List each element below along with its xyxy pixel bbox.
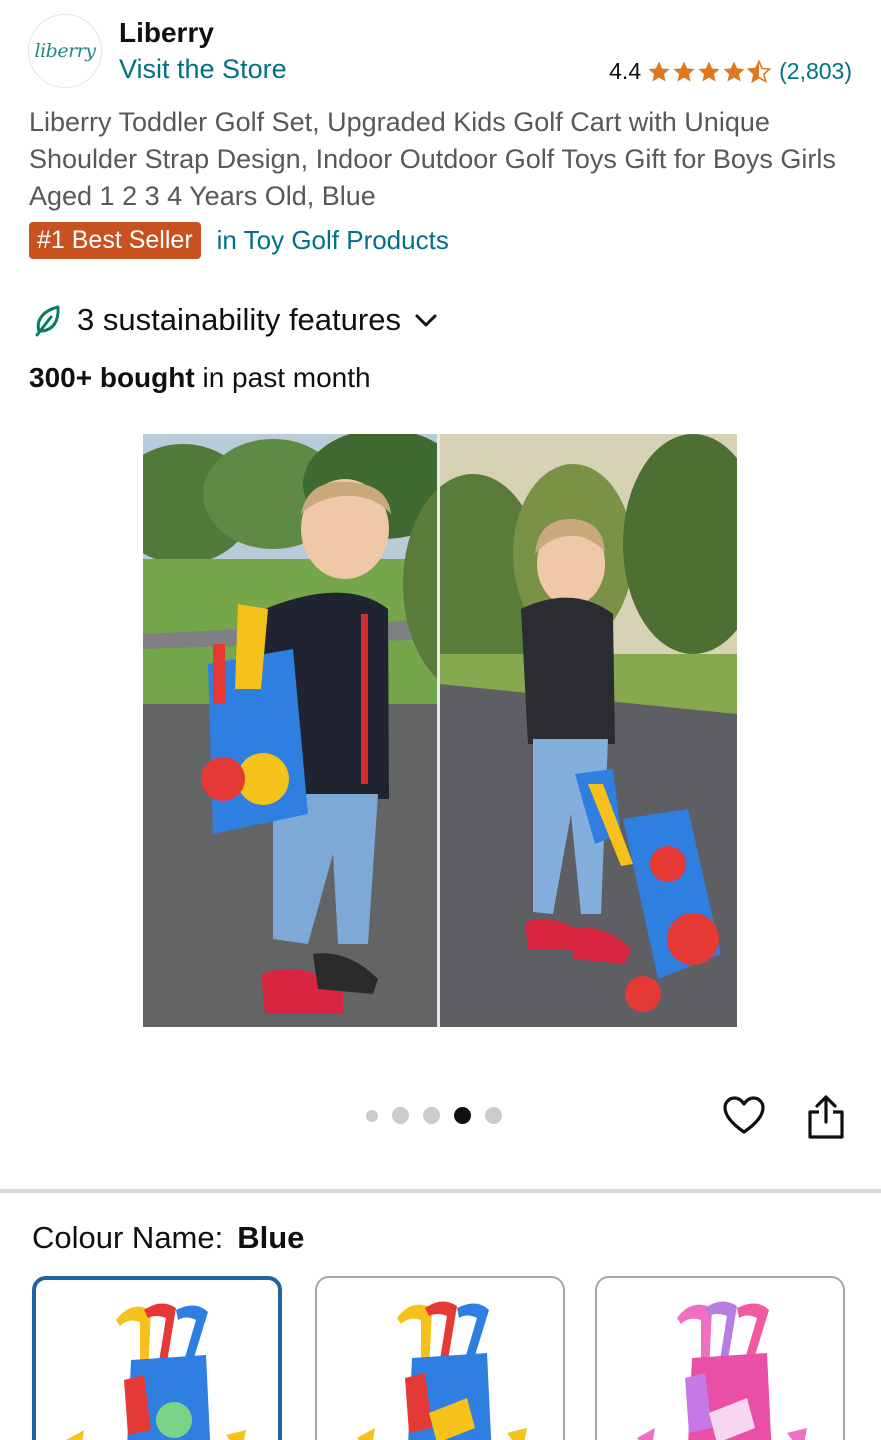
best-seller-badge[interactable]: #1 Best Seller xyxy=(29,222,201,259)
brand-header: liberry Liberry Visit the Store 4.4 (2,8… xyxy=(28,14,852,88)
star-full-icon xyxy=(673,61,695,81)
rating-count-link[interactable]: (2,803) xyxy=(779,58,852,85)
image-carousel-dots xyxy=(366,1107,502,1124)
golf-set-thumbnail xyxy=(66,1303,246,1440)
section-divider xyxy=(0,1189,881,1193)
rating-value: 4.4 xyxy=(609,58,642,84)
product-title: Liberry Toddler Golf Set, Upgraded Kids … xyxy=(29,107,836,211)
colour-swatch-pink[interactable] xyxy=(595,1276,845,1440)
product-photo xyxy=(143,434,737,1027)
visit-store-link[interactable]: Visit the Store xyxy=(119,54,287,85)
rating-summary[interactable]: 4.4 (2,803) xyxy=(609,58,852,85)
best-seller-category-link[interactable]: in Toy Golf Products xyxy=(217,225,449,256)
chevron-down-icon xyxy=(415,314,437,327)
star-full-icon xyxy=(698,61,720,81)
carousel-dot[interactable] xyxy=(392,1107,409,1124)
bought-suffix: in past month xyxy=(194,362,371,393)
share-icon[interactable] xyxy=(806,1094,846,1140)
brand-logo[interactable]: liberry xyxy=(28,14,102,88)
star-full-icon xyxy=(648,61,670,81)
sustainability-label: 3 sustainability features xyxy=(77,302,401,337)
star-half-icon xyxy=(747,59,772,83)
star-full-icon xyxy=(723,61,745,81)
bought-count: 300+ bought xyxy=(29,362,195,393)
carousel-dot[interactable] xyxy=(485,1107,502,1124)
brand-name: Liberry xyxy=(119,17,214,48)
leaf-icon xyxy=(35,305,60,337)
star-rating xyxy=(647,59,772,84)
best-seller-row: #1 Best Seller in Toy Golf Products xyxy=(29,222,449,259)
carousel-dot[interactable] xyxy=(423,1107,440,1124)
sustainability-features-toggle[interactable]: 3 sustainability features xyxy=(33,302,439,338)
colour-label: Colour Name: xyxy=(32,1220,224,1255)
colour-selected-value: Blue xyxy=(237,1220,305,1255)
heart-icon[interactable] xyxy=(722,1094,766,1138)
carousel-dot-active[interactable] xyxy=(454,1107,471,1124)
golf-set-thumbnail xyxy=(637,1301,807,1440)
colour-swatch-blue-golf[interactable] xyxy=(315,1276,565,1440)
carousel-dot[interactable] xyxy=(366,1109,378,1122)
brand-logo-text: liberry xyxy=(34,40,96,62)
colour-name-row: Colour Name: Blue xyxy=(32,1220,304,1256)
product-image[interactable] xyxy=(143,434,737,1027)
bought-past-month: 300+ bought in past month xyxy=(29,362,371,394)
golf-set-thumbnail xyxy=(357,1301,527,1440)
colour-swatch-blue[interactable] xyxy=(32,1276,282,1440)
